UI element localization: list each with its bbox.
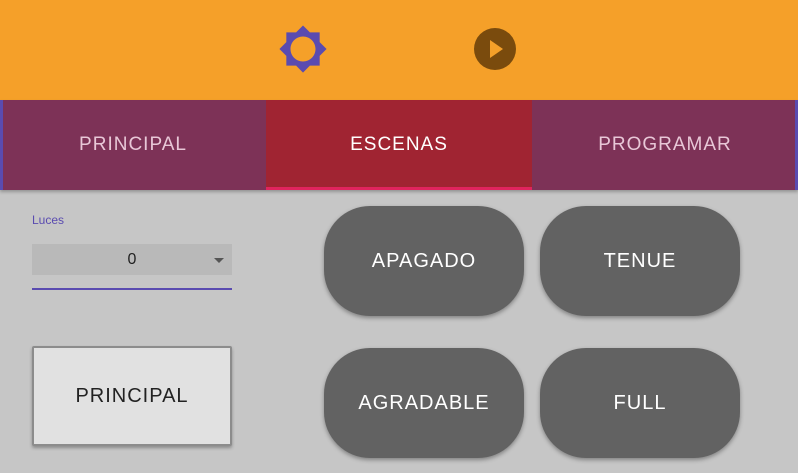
- scene-button-full[interactable]: FULL: [540, 348, 740, 458]
- lights-select-underline: [32, 288, 232, 290]
- scene-button-agradable[interactable]: AGRADABLE: [324, 348, 524, 458]
- tab-principal[interactable]: PRINCIPAL: [0, 100, 266, 190]
- dropdown-arrow-icon: [214, 258, 224, 263]
- scene-button-apagado[interactable]: APAGADO: [324, 206, 524, 316]
- tab-escenas[interactable]: ESCENAS: [266, 100, 532, 190]
- app-root: PRINCIPAL ESCENAS PROGRAMAR Luces 0 PRIN…: [0, 0, 798, 473]
- top-bar: [0, 0, 798, 100]
- principal-button[interactable]: PRINCIPAL: [32, 346, 232, 446]
- tab-programar[interactable]: PROGRAMAR: [532, 100, 798, 190]
- tab-bar: PRINCIPAL ESCENAS PROGRAMAR: [0, 100, 798, 190]
- play-circle-icon[interactable]: [472, 26, 518, 72]
- brightness-icon[interactable]: [278, 24, 328, 74]
- lights-select[interactable]: 0: [32, 244, 232, 275]
- scene-button-tenue[interactable]: TENUE: [540, 206, 740, 316]
- lights-select-label: Luces: [32, 213, 65, 227]
- lights-select-value: 0: [127, 250, 137, 268]
